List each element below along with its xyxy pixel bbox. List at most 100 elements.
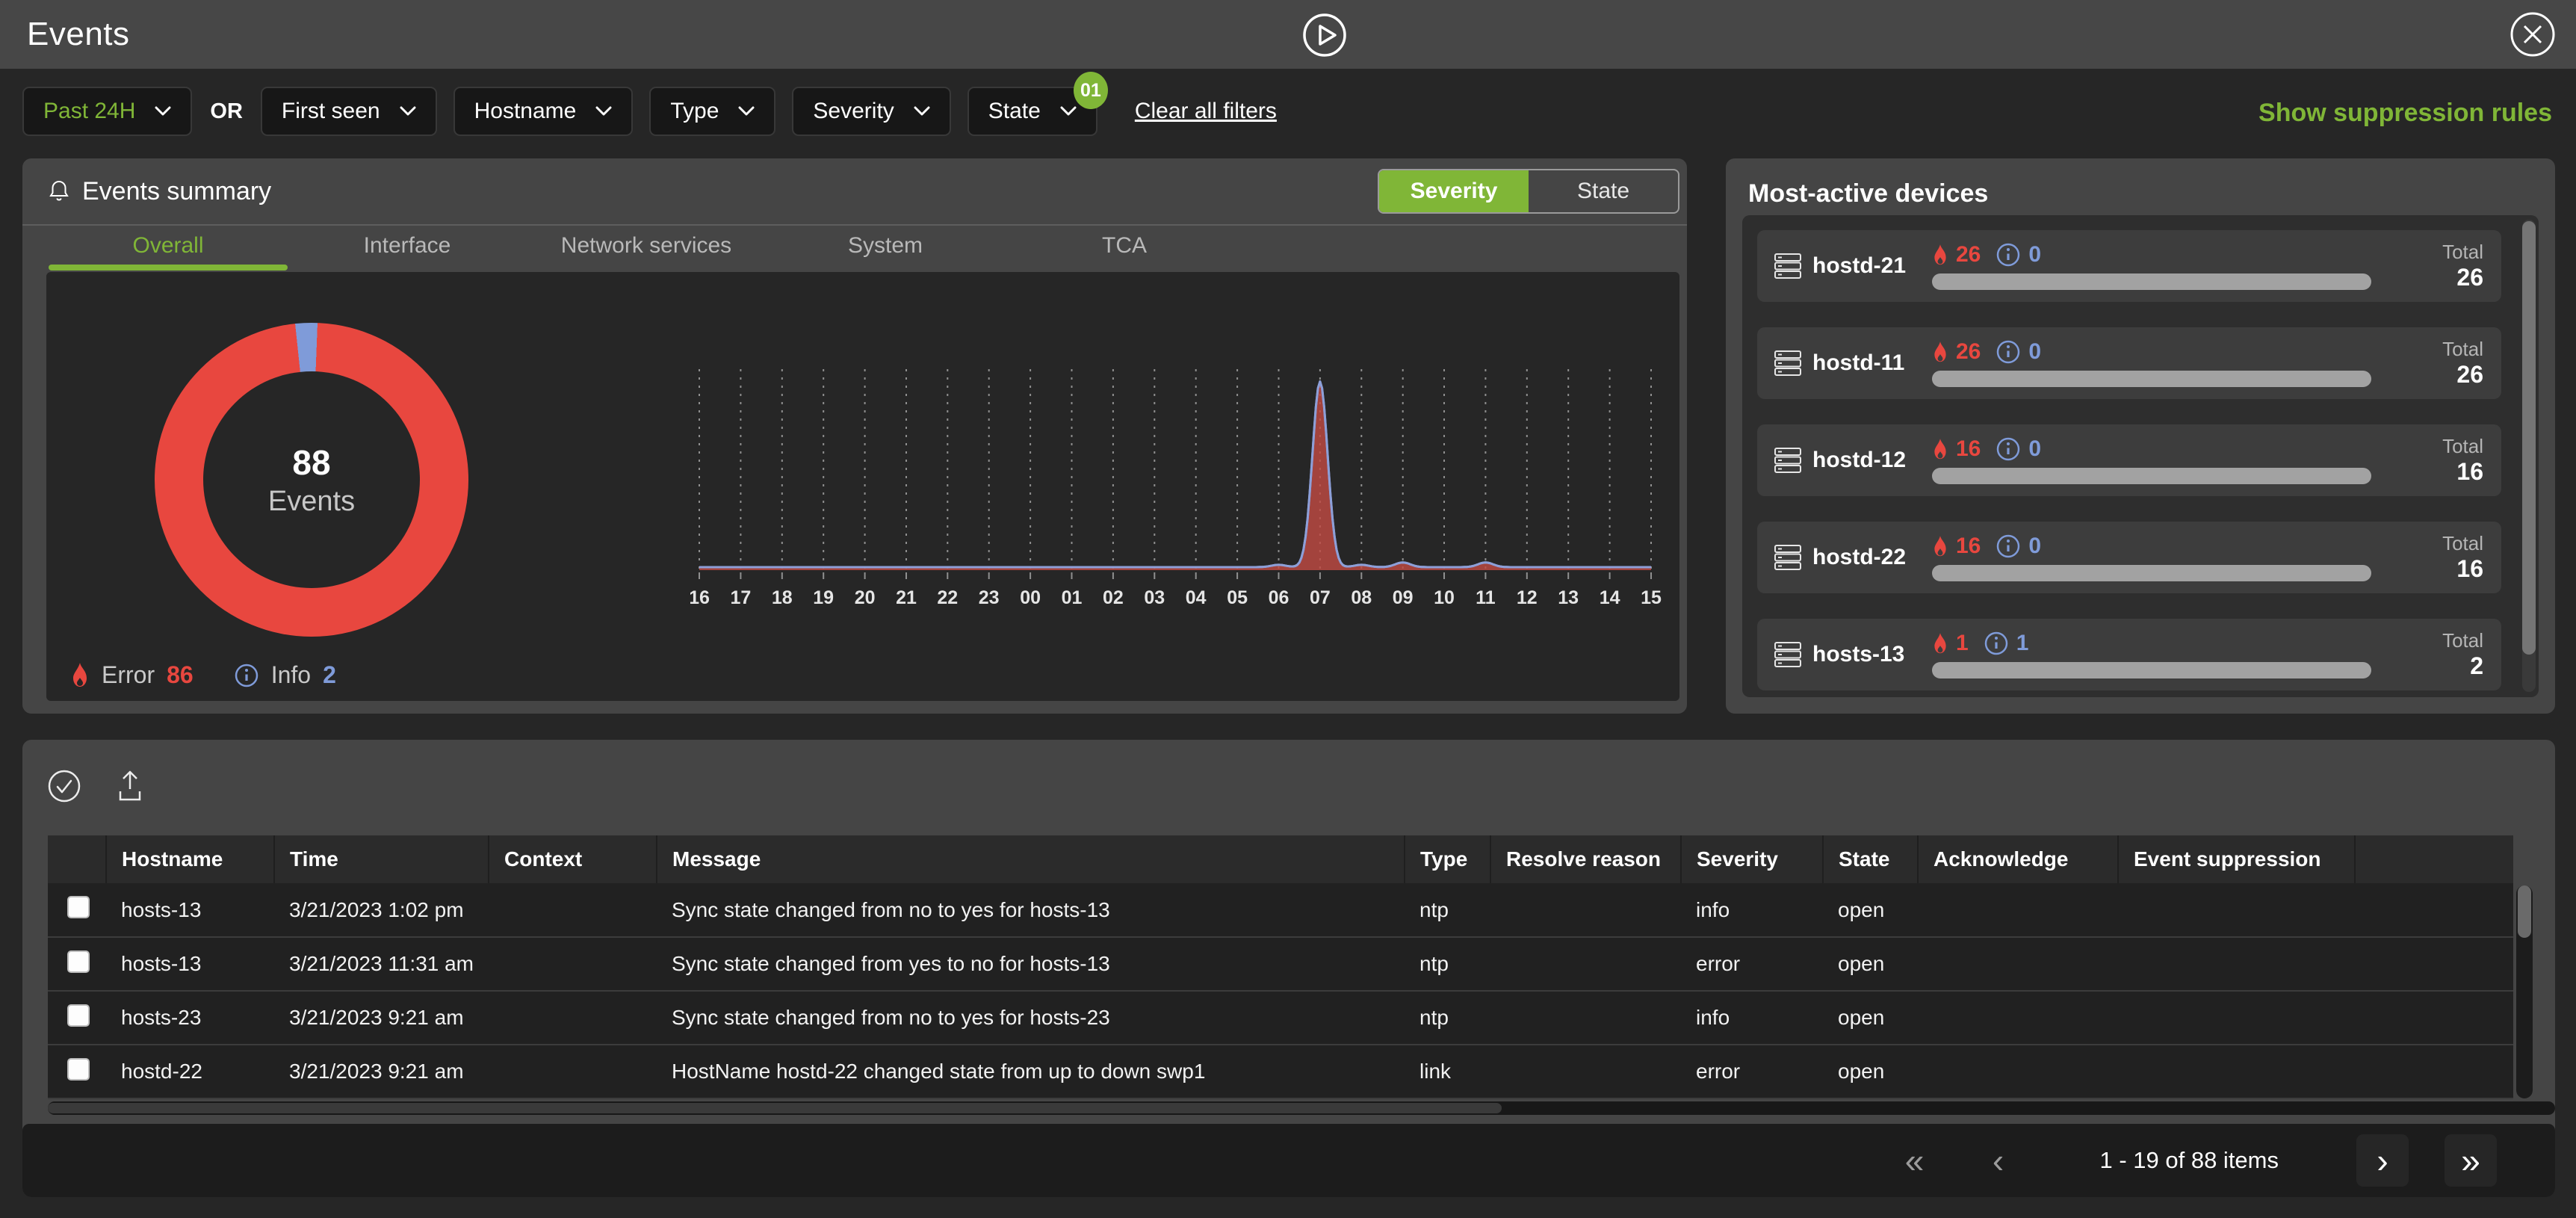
first-page-button[interactable]: « — [1890, 1140, 1938, 1181]
cell-context — [489, 937, 657, 991]
col-hostname[interactable]: Hostname — [106, 835, 274, 883]
legend-info: Info 2 — [234, 661, 336, 689]
previous-page-button[interactable]: ‹ — [1974, 1140, 2022, 1181]
chevron-down-icon — [595, 106, 612, 117]
table-vertical-scroll-thumb[interactable] — [2518, 885, 2531, 938]
type-dropdown[interactable]: Type — [649, 87, 775, 136]
device-total-value: 16 — [2401, 555, 2483, 583]
tab-system[interactable]: System — [766, 227, 1005, 271]
acknowledge-selected-button[interactable] — [46, 768, 82, 804]
table-horizontal-scroll-thumb[interactable] — [48, 1103, 1502, 1113]
chevron-down-icon — [155, 106, 171, 117]
cell-event-suppression — [2118, 937, 2355, 991]
col-type[interactable]: Type — [1405, 835, 1490, 883]
table-vertical-scrollbar[interactable] — [2516, 885, 2533, 1098]
svg-text:03: 03 — [1144, 587, 1165, 608]
cell-acknowledge — [1918, 883, 2118, 937]
cell-event-suppression — [2118, 1045, 2355, 1098]
flame-icon — [1932, 439, 1948, 460]
cell-severity: error — [1681, 1045, 1823, 1098]
device-info-count: 0 — [2028, 534, 2041, 559]
or-label: OR — [210, 99, 243, 124]
col-message[interactable]: Message — [657, 835, 1405, 883]
col-event-suppression[interactable]: Event suppression — [2118, 835, 2355, 883]
table-row: hosts-13 3/21/2023 1:02 pm Sync state ch… — [48, 883, 2513, 937]
device-identity: hosts-13 — [1774, 640, 1932, 669]
svg-text:20: 20 — [855, 587, 876, 608]
toggle-state-button[interactable]: State — [1529, 170, 1678, 212]
last-page-button[interactable]: » — [2445, 1134, 2497, 1187]
device-counts: 16 0 — [1932, 534, 2371, 559]
tab-network-services[interactable]: Network services — [527, 227, 766, 271]
row-select-cell — [48, 1045, 106, 1098]
svg-text:22: 22 — [937, 587, 958, 608]
events-table: Hostname Time Context Message Type Resol… — [48, 835, 2513, 1099]
device-error-count: 16 — [1956, 436, 1981, 462]
device-card[interactable]: hostd-21 26 0 Total — [1757, 230, 2501, 302]
col-context[interactable]: Context — [489, 835, 657, 883]
device-card[interactable]: hostd-11 26 0 Total — [1757, 327, 2501, 399]
clear-all-filters-link[interactable]: Clear all filters — [1135, 99, 1277, 124]
svg-text:11: 11 — [1476, 587, 1496, 608]
cell-filler — [2355, 883, 2513, 937]
col-state[interactable]: State — [1823, 835, 1918, 883]
device-card[interactable]: hosts-13 1 1 Total — [1757, 619, 2501, 690]
events-summary-title: Events summary — [82, 177, 271, 206]
row-checkbox[interactable] — [67, 1058, 90, 1081]
device-total: Total 2 — [2401, 629, 2483, 680]
info-icon — [1996, 339, 2021, 365]
close-button[interactable] — [2509, 10, 2557, 58]
row-checkbox[interactable] — [67, 896, 90, 918]
cell-context — [489, 991, 657, 1045]
col-severity[interactable]: Severity — [1681, 835, 1823, 883]
info-icon — [1984, 631, 2009, 656]
col-time[interactable]: Time — [274, 835, 489, 883]
time-range-dropdown[interactable]: Past 24H — [22, 87, 192, 136]
export-button[interactable] — [112, 768, 148, 804]
toggle-severity-button[interactable]: Severity — [1379, 170, 1529, 212]
device-stats: 26 0 — [1932, 242, 2401, 290]
hostname-label: Hostname — [474, 99, 577, 124]
svg-text:21: 21 — [896, 587, 917, 608]
cell-context — [489, 1045, 657, 1098]
state-dropdown[interactable]: State 01 — [967, 87, 1097, 136]
tab-overall[interactable]: Overall — [49, 227, 288, 271]
cell-time: 3/21/2023 11:31 am — [274, 937, 489, 991]
next-page-button[interactable]: › — [2356, 1134, 2409, 1187]
col-resolve-reason[interactable]: Resolve reason — [1490, 835, 1681, 883]
row-select-cell — [48, 991, 106, 1045]
cell-resolve-reason — [1490, 883, 1681, 937]
row-checkbox[interactable] — [67, 1004, 90, 1027]
cell-event-suppression — [2118, 991, 2355, 1045]
device-card[interactable]: hostd-12 16 0 Total — [1757, 424, 2501, 496]
state-filter-badge: 01 — [1074, 72, 1108, 109]
device-list-scroll-thumb[interactable] — [2522, 221, 2536, 655]
device-list-scrollbar[interactable] — [2522, 220, 2536, 692]
svg-text:02: 02 — [1103, 587, 1124, 608]
play-button[interactable] — [1301, 12, 1348, 58]
svg-text:19: 19 — [813, 587, 834, 608]
tab-tca[interactable]: TCA — [1005, 227, 1244, 271]
check-circle-icon — [46, 768, 82, 804]
row-checkbox[interactable] — [67, 950, 90, 973]
show-suppression-rules-link[interactable]: Show suppression rules — [2258, 99, 2552, 128]
cell-type: link — [1405, 1045, 1490, 1098]
chevron-down-icon — [400, 106, 416, 117]
device-activity-bar — [1932, 468, 2371, 484]
table-horizontal-scrollbar[interactable] — [48, 1101, 2555, 1115]
device-stats: 1 1 — [1932, 631, 2401, 678]
cell-type: ntp — [1405, 991, 1490, 1045]
col-acknowledge[interactable]: Acknowledge — [1918, 835, 2118, 883]
pagination-bar: « ‹ 1 - 19 of 88 items › » — [22, 1124, 2555, 1197]
device-card[interactable]: hostd-22 16 0 Total — [1757, 522, 2501, 593]
device-counts: 16 0 — [1932, 436, 2371, 462]
tab-interface[interactable]: Interface — [288, 227, 527, 271]
cell-state: open — [1823, 991, 1918, 1045]
severity-dropdown[interactable]: Severity — [792, 87, 950, 136]
chevron-down-icon — [738, 106, 755, 117]
cell-event-suppression — [2118, 883, 2355, 937]
cell-filler — [2355, 1045, 2513, 1098]
first-seen-dropdown[interactable]: First seen — [261, 87, 437, 136]
info-icon — [1996, 436, 2021, 462]
hostname-dropdown[interactable]: Hostname — [453, 87, 634, 136]
